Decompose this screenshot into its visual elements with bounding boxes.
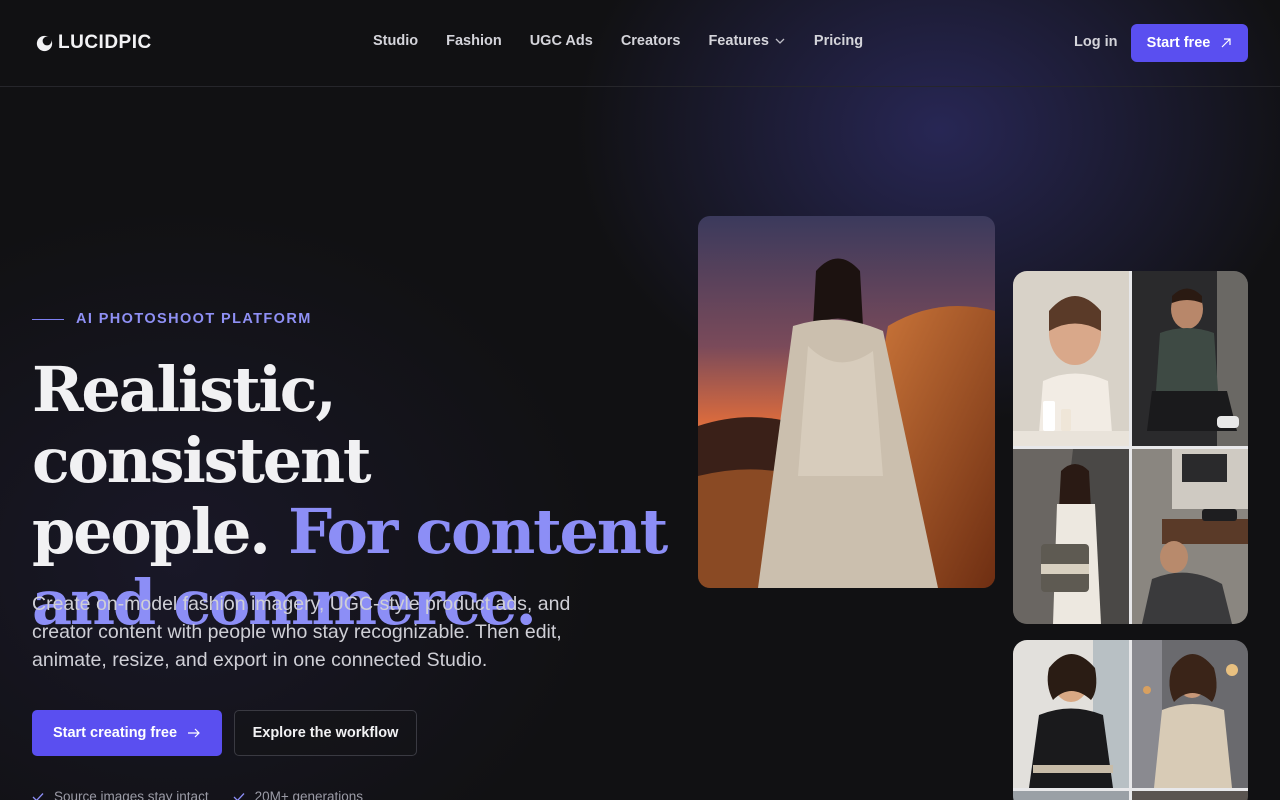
check-icon — [32, 792, 44, 800]
landing-page: LUCIDPIC Studio Fashion UGC Ads Creators… — [0, 0, 1280, 800]
image-grid-business — [1013, 640, 1248, 800]
nav-link-creators[interactable]: Creators — [621, 33, 681, 49]
trust-checks: Source images stay intact 20M+ generatio… — [32, 789, 363, 800]
nav-links: Studio Fashion UGC Ads Creators Features… — [373, 33, 863, 49]
top-nav: LUCIDPIC Studio Fashion UGC Ads Creators… — [0, 0, 1280, 87]
chevron-down-icon — [775, 38, 785, 44]
nav-link-ugc-ads[interactable]: UGC Ads — [530, 33, 593, 49]
grid-image-living-room — [1132, 449, 1248, 624]
check-label-source: Source images stay intact — [54, 789, 209, 800]
headline-line-2b: For content — [288, 495, 668, 568]
eyebrow-text: AI PHOTOSHOOT PLATFORM — [76, 311, 312, 327]
nav-link-pricing[interactable]: Pricing — [814, 33, 863, 49]
check-icon — [233, 792, 245, 800]
start-creating-free-label: Start creating free — [52, 725, 178, 741]
eyebrow: AI PHOTOSHOOT PLATFORM — [32, 311, 312, 327]
explore-workflow-button[interactable]: Explore the workflow — [234, 710, 417, 756]
start-free-label: Start free — [1146, 35, 1211, 51]
nav-link-fashion[interactable]: Fashion — [446, 33, 502, 49]
check-item-source: Source images stay intact — [32, 789, 209, 800]
headline-line-2a: people. — [32, 495, 289, 568]
nav-link-studio[interactable]: Studio — [373, 33, 418, 49]
explore-workflow-label: Explore the workflow — [252, 725, 399, 741]
arrow-right-icon — [188, 728, 200, 738]
brand-logo[interactable]: LUCIDPIC — [36, 32, 152, 54]
hero-image-desert-model — [698, 216, 995, 588]
grid-image-street-woman — [1132, 640, 1248, 788]
start-creating-free-button[interactable]: Start creating free — [32, 710, 222, 756]
nav-link-features-label: Features — [708, 33, 769, 49]
brand-name: LUCIDPIC — [58, 32, 152, 53]
hero-subtext: Create on-model fashion imagery, UGC-sty… — [32, 593, 571, 671]
grid-image-skincare — [1013, 271, 1129, 446]
grid-divider-horizontal — [1013, 788, 1248, 791]
image-grid-ugc — [1013, 271, 1248, 624]
eyebrow-rule — [32, 318, 64, 320]
grid-image-tote-bag — [1013, 449, 1129, 624]
check-label-generations: 20M+ generations — [254, 789, 364, 800]
grid-divider-vertical — [1129, 640, 1132, 800]
headline-line-1: Realistic, consistent — [32, 353, 372, 497]
arrow-up-right-icon — [1221, 38, 1231, 48]
crescent-logo-icon — [36, 35, 53, 51]
start-free-button[interactable]: Start free — [1131, 24, 1248, 62]
grid-divider-horizontal — [1013, 446, 1248, 449]
nav-link-features[interactable]: Features — [708, 33, 785, 49]
grid-image-fitness — [1132, 271, 1248, 446]
check-item-generations: 20M+ generations — [233, 789, 363, 800]
login-link[interactable]: Log in — [1074, 34, 1118, 50]
grid-image-office-woman — [1013, 640, 1129, 788]
